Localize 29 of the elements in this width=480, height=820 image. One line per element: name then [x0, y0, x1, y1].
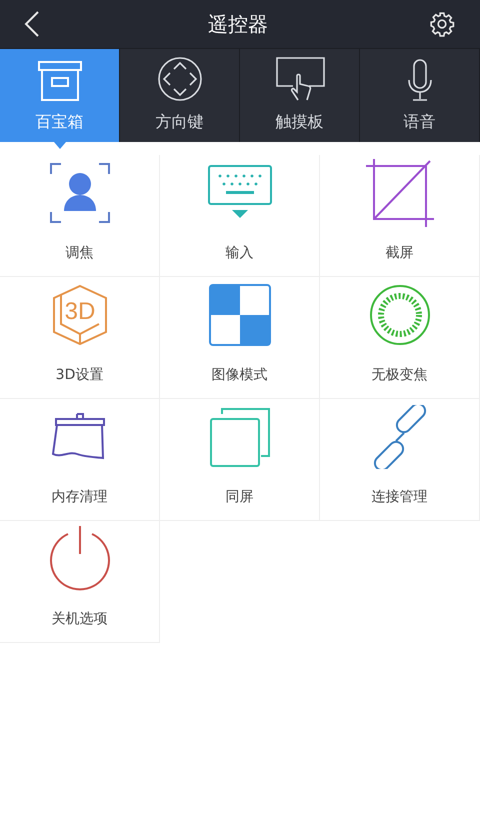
tool-tile[interactable]: 3D 3D设置 [0, 277, 160, 399]
keyboard-icon [208, 165, 272, 221]
box-icon [36, 60, 84, 102]
touchpad-icon [274, 56, 324, 102]
tool-tile[interactable]: 截屏 [320, 155, 480, 277]
settings-button[interactable] [428, 10, 456, 38]
dial-icon [368, 284, 430, 346]
two-squares-icon [208, 406, 270, 468]
tool-tile[interactable]: 连接管理 [320, 399, 480, 521]
window-title: 遥控器 [208, 11, 268, 38]
tab[interactable]: 语音 [360, 49, 480, 142]
person-focus-icon [48, 162, 110, 224]
tool-tile[interactable]: 内存清理 [0, 399, 160, 521]
crop-icon [366, 159, 434, 227]
tab[interactable]: 触摸板 [240, 49, 360, 142]
tool-tile[interactable]: 无极变焦 [320, 277, 480, 399]
pointer-icon [54, 142, 66, 149]
direction-pad-icon [156, 56, 202, 102]
checkerboard-icon [208, 284, 270, 346]
tool-tile[interactable]: 关机选项 [0, 521, 160, 643]
tool-tile[interactable]: 输入 [160, 155, 320, 277]
tab[interactable]: 方向键 [120, 49, 240, 142]
sweeping-brush-icon [52, 412, 108, 462]
tool-tile[interactable]: 图像模式 [160, 277, 320, 399]
cube-icon: 3D [52, 284, 108, 346]
microphone-icon [406, 58, 432, 102]
power-icon [48, 526, 112, 592]
tool-tile[interactable]: 调焦 [0, 155, 160, 277]
tool-tile[interactable]: 同屏 [160, 399, 320, 521]
